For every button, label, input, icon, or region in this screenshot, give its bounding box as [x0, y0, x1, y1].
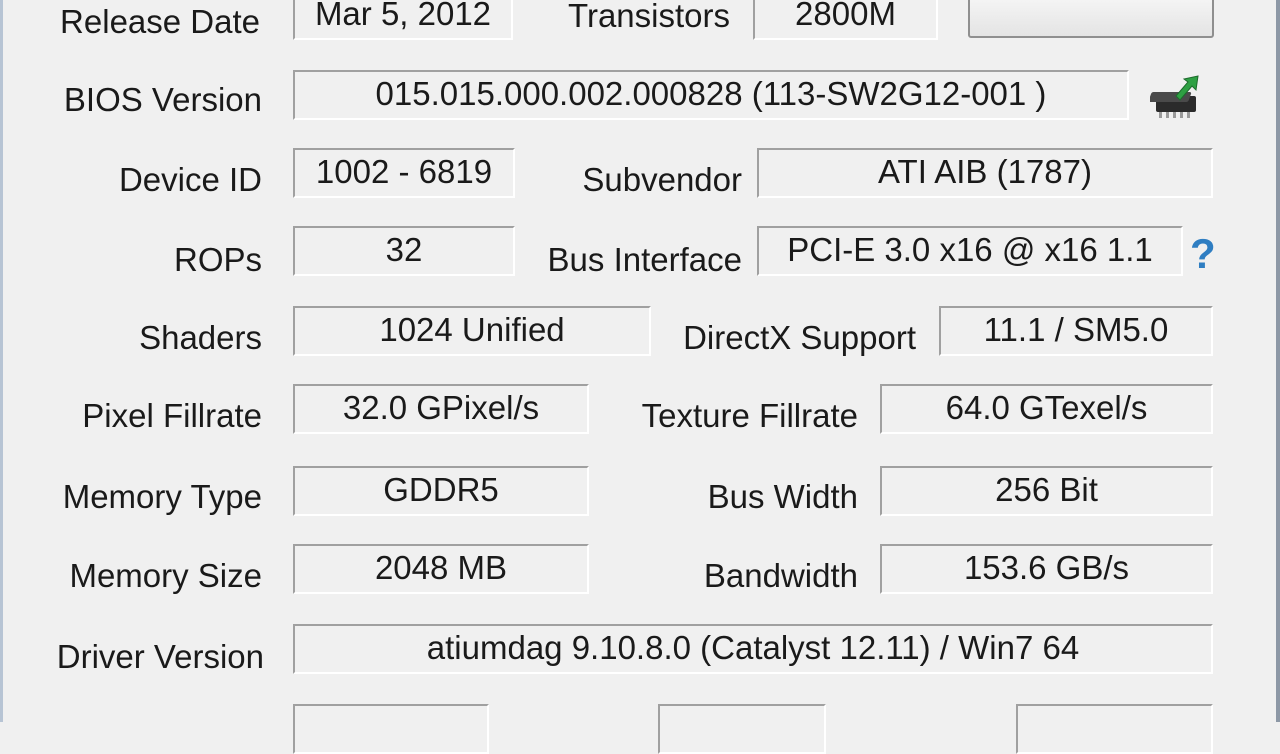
memory-size-label: Memory Size — [69, 557, 262, 594]
device-id-label: Device ID — [118, 161, 262, 198]
window-right-edge — [1276, 0, 1280, 722]
bios-version-field: 015.015.000.002.000828 (113-SW2G12-001 ) — [293, 70, 1129, 120]
release-date-label: Release Date — [60, 3, 260, 40]
window-left-edge — [0, 0, 3, 722]
chip-save-icon[interactable] — [1148, 72, 1206, 122]
subvendor-label: Subvendor — [582, 161, 742, 198]
rops-field: 32 — [293, 226, 515, 276]
texture-fillrate-label: Texture Fillrate — [641, 397, 858, 434]
release-date-field: Mar 5, 2012 — [293, 0, 513, 40]
directx-support-field: 11.1 / SM5.0 — [939, 306, 1213, 356]
memory-size-field: 2048 MB — [293, 544, 589, 594]
pixel-fillrate-label: Pixel Fillrate — [82, 397, 262, 434]
bus-width-field: 256 Bit — [880, 466, 1213, 516]
driver-version-label: Driver Version — [56, 638, 264, 675]
bus-interface-label: Bus Interface — [547, 241, 742, 278]
texture-fillrate-field: 64.0 GTexel/s — [880, 384, 1213, 434]
lookup-button[interactable] — [968, 0, 1214, 38]
driver-version-field: atiumdag 9.10.8.0 (Catalyst 12.11) / Win… — [293, 624, 1213, 674]
transistors-field: 2800M — [753, 0, 938, 40]
bus-interface-field: PCI-E 3.0 x16 @ x16 1.1 — [757, 226, 1183, 276]
shaders-label: Shaders — [139, 319, 262, 356]
device-id-field: 1002 - 6819 — [293, 148, 515, 198]
gpu-clock-field-partial — [293, 704, 489, 754]
bios-version-label: BIOS Version — [63, 81, 262, 118]
memory-clock-field-partial — [658, 704, 826, 754]
shaders-field: 1024 Unified — [293, 306, 651, 356]
directx-support-label: DirectX Support — [683, 319, 916, 356]
bus-help-icon[interactable]: ? — [1190, 232, 1216, 276]
bandwidth-field: 153.6 GB/s — [880, 544, 1213, 594]
bandwidth-label: Bandwidth — [703, 557, 858, 594]
rops-label: ROPs — [173, 241, 262, 278]
bus-width-label: Bus Width — [707, 478, 858, 515]
subvendor-field: ATI AIB (1787) — [757, 148, 1213, 198]
memory-type-field: GDDR5 — [293, 466, 589, 516]
memory-type-label: Memory Type — [62, 478, 262, 515]
shader-clock-field-partial — [1016, 704, 1213, 754]
transistors-label: Transistors — [568, 0, 730, 34]
pixel-fillrate-field: 32.0 GPixel/s — [293, 384, 589, 434]
